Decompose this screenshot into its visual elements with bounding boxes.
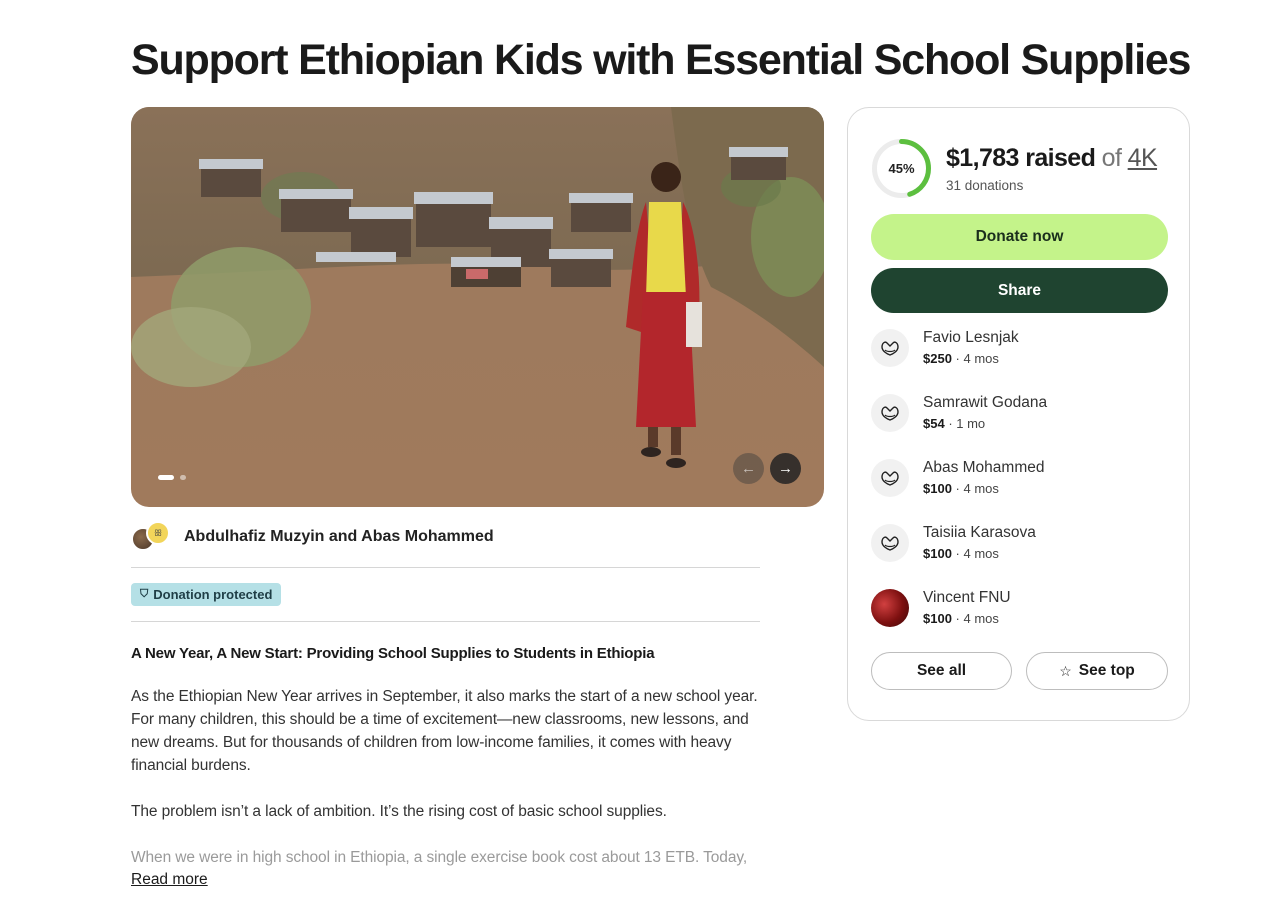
donor-item: Taisiia Karasova $100 · 4 mos xyxy=(871,524,1168,564)
donor-item: Favio Lesnjak $250 · 4 mos xyxy=(871,329,1168,369)
arrow-right-icon: → xyxy=(778,460,793,477)
donor-time: · 4 mos xyxy=(951,611,999,626)
organizer-names[interactable]: Abdulhafiz Muzyin and Abas Mohammed xyxy=(184,528,494,546)
donor-amount: $54 xyxy=(923,416,945,431)
organizer-row[interactable]: ꕥ Abdulhafiz Muzyin and Abas Mohammed xyxy=(131,521,494,553)
donor-name: Abas Mohammed xyxy=(923,459,1045,476)
badge-label: Donation protected xyxy=(153,587,273,602)
story: A New Year, A New Start: Providing Schoo… xyxy=(131,645,771,892)
previous-slide-button[interactable]: ← xyxy=(733,453,764,484)
donor-meta: $100 · 4 mos xyxy=(923,611,999,626)
donor-item: Abas Mohammed $100 · 4 mos xyxy=(871,459,1168,499)
slide-dot[interactable] xyxy=(180,475,186,480)
donor-name: Taisiia Karasova xyxy=(923,524,1036,541)
page-title: Support Ethiopian Kids with Essential Sc… xyxy=(131,36,1191,84)
share-button[interactable]: Share xyxy=(871,268,1168,313)
donate-now-button[interactable]: Donate now xyxy=(871,214,1168,260)
divider xyxy=(131,621,760,622)
story-heading: A New Year, A New Start: Providing Schoo… xyxy=(131,645,655,662)
avatar: ꕥ xyxy=(146,521,170,545)
story-paragraph: The problem isn’t a lack of ambition. It… xyxy=(131,803,667,820)
read-more-link[interactable]: Read more xyxy=(131,871,208,889)
donor-item: Samrawit Godana $54 · 1 mo xyxy=(871,394,1168,434)
story-paragraph: As the Ethiopian New Year arrives in Sep… xyxy=(131,688,758,774)
shield-icon: ⛉ xyxy=(140,588,149,600)
donor-meta: $54 · 1 mo xyxy=(923,416,985,431)
avatar xyxy=(871,589,909,627)
see-all-label: See all xyxy=(916,662,967,679)
slide-dot-active[interactable] xyxy=(158,475,174,480)
donor-amount: $100 xyxy=(923,611,952,626)
next-slide-button[interactable]: → xyxy=(770,453,801,484)
donor-time: · 1 mo xyxy=(944,416,986,431)
donation-count: 31 donations xyxy=(946,178,1024,193)
donor-item: Vincent FNU $100 · 4 mos xyxy=(871,589,1168,629)
star-icon: ☆ xyxy=(1059,662,1072,679)
goal-amount[interactable]: 4K xyxy=(1128,144,1158,172)
see-top-button[interactable]: ☆ See top xyxy=(1026,652,1168,690)
campaign-photo xyxy=(131,107,824,507)
donation-hands-icon xyxy=(871,524,909,562)
donor-meta: $250 · 4 mos xyxy=(923,351,999,366)
donor-meta: $100 · 4 mos xyxy=(923,546,999,561)
donation-hands-icon xyxy=(871,459,909,497)
donation-hands-icon xyxy=(871,329,909,367)
amount-raised: $1,783 raised of 4K xyxy=(946,144,1158,173)
donor-meta: $100 · 4 mos xyxy=(923,481,999,496)
see-all-button[interactable]: See all xyxy=(871,652,1012,690)
see-top-label: See top xyxy=(1078,662,1135,679)
donation-hands-icon xyxy=(871,394,909,432)
donation-card: 45% $1,783 raised of 4K 31 donations Don… xyxy=(847,107,1190,721)
divider xyxy=(131,567,760,568)
donor-name: Vincent FNU xyxy=(923,589,1011,606)
progress-percent: 45% xyxy=(888,161,915,176)
raised-amount: $1,783 raised xyxy=(946,144,1096,172)
donor-name: Favio Lesnjak xyxy=(923,329,1019,346)
story-paragraph: When we were in high school in Ethiopia,… xyxy=(131,849,748,866)
donor-amount: $100 xyxy=(923,481,952,496)
donation-protected-badge[interactable]: ⛉ Donation protected xyxy=(131,583,282,606)
donor-name: Samrawit Godana xyxy=(923,394,1048,411)
donor-amount: $250 xyxy=(923,351,952,366)
arrow-left-icon: ← xyxy=(741,460,756,477)
organizer-avatars: ꕥ xyxy=(131,521,171,553)
slide-indicators[interactable] xyxy=(158,475,186,480)
donor-time: · 4 mos xyxy=(951,546,999,561)
donor-time: · 4 mos xyxy=(951,481,999,496)
donor-time: · 4 mos xyxy=(951,351,999,366)
campaign-image[interactable]: ← → xyxy=(131,107,824,507)
raised-of: of xyxy=(1101,144,1122,172)
donor-amount: $100 xyxy=(923,546,952,561)
